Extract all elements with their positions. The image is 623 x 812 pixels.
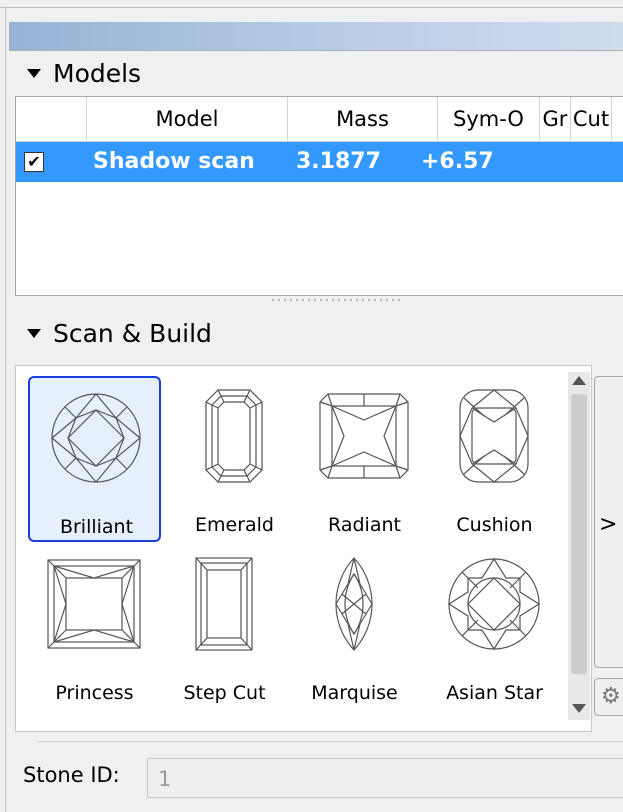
- col-header-cut[interactable]: Cut: [571, 97, 612, 141]
- shape-label: Marquise: [311, 682, 398, 704]
- shape-radiant[interactable]: Radiant: [298, 376, 431, 542]
- step-cut-icon: [195, 557, 253, 651]
- cell-sym-o: +6.57: [421, 149, 494, 174]
- table-row[interactable]: ✔ Shadow scan 3.1877 +6.57: [16, 142, 623, 182]
- cell-mass: 3.1877: [296, 149, 381, 174]
- models-table[interactable]: Model Mass Sym-O Gr Cut ✔ Shadow scan 3.…: [15, 96, 623, 296]
- marquise-cut-icon: [335, 557, 373, 651]
- brilliant-cut-icon: [51, 393, 141, 483]
- radiant-cut-icon: [319, 393, 409, 479]
- shape-gallery-scrollbar[interactable]: [568, 372, 590, 720]
- cell-model: Shadow scan: [93, 149, 255, 174]
- col-header-sym-o[interactable]: Sym-O: [438, 97, 540, 141]
- col-header-model[interactable]: Model: [87, 97, 288, 141]
- scroll-up-icon[interactable]: [572, 376, 586, 385]
- next-step-button[interactable]: >: [594, 376, 623, 668]
- shape-label: Radiant: [328, 514, 401, 536]
- panel-title-bar: [9, 22, 623, 51]
- scroll-down-icon[interactable]: [572, 704, 586, 713]
- col-header-gr[interactable]: Gr: [540, 97, 571, 141]
- shape-asian-star[interactable]: Asian Star: [428, 544, 561, 710]
- models-section-header[interactable]: Models: [9, 54, 623, 94]
- row-checkbox[interactable]: ✔: [24, 152, 44, 172]
- window-top-edge: [0, 0, 623, 8]
- col-header-check[interactable]: [16, 97, 87, 141]
- splitter-handle[interactable]: [270, 297, 400, 303]
- princess-cut-icon: [47, 559, 141, 649]
- shape-cushion[interactable]: Cushion: [428, 376, 561, 542]
- shape-label: Asian Star: [446, 682, 543, 704]
- scan-build-section-header[interactable]: Scan & Build: [9, 314, 623, 354]
- stone-id-field[interactable]: 1: [147, 758, 623, 798]
- shape-label: Emerald: [195, 514, 274, 536]
- shape-step-cut[interactable]: Step Cut: [158, 544, 291, 710]
- stone-id-label: Stone ID:: [23, 763, 120, 787]
- gear-icon: ⚙: [601, 684, 621, 709]
- shape-emerald[interactable]: Emerald: [168, 376, 301, 542]
- shape-label: Princess: [55, 682, 134, 704]
- models-title: Models: [53, 59, 142, 88]
- next-arrow-label: >: [599, 512, 618, 537]
- shape-label: Step Cut: [183, 682, 266, 704]
- shape-label: Cushion: [456, 514, 533, 536]
- col-header-mass[interactable]: Mass: [288, 97, 438, 141]
- window-left-edge: [5, 7, 6, 812]
- asian-star-cut-icon: [447, 557, 541, 651]
- scrollbar-thumb[interactable]: [571, 394, 587, 674]
- scan-build-title: Scan & Build: [53, 319, 212, 348]
- table-header: Model Mass Sym-O Gr Cut: [16, 97, 623, 142]
- shape-brilliant[interactable]: Brilliant: [28, 376, 161, 542]
- separator: [37, 741, 623, 742]
- shape-marquise[interactable]: Marquise: [288, 544, 421, 710]
- shape-label: Brilliant: [59, 516, 134, 538]
- collapse-triangle-icon: [27, 69, 41, 78]
- settings-button[interactable]: ⚙: [594, 678, 623, 716]
- emerald-cut-icon: [205, 389, 263, 483]
- cushion-cut-icon: [459, 389, 529, 483]
- shape-princess[interactable]: Princess: [28, 544, 161, 710]
- collapse-triangle-icon: [27, 329, 41, 338]
